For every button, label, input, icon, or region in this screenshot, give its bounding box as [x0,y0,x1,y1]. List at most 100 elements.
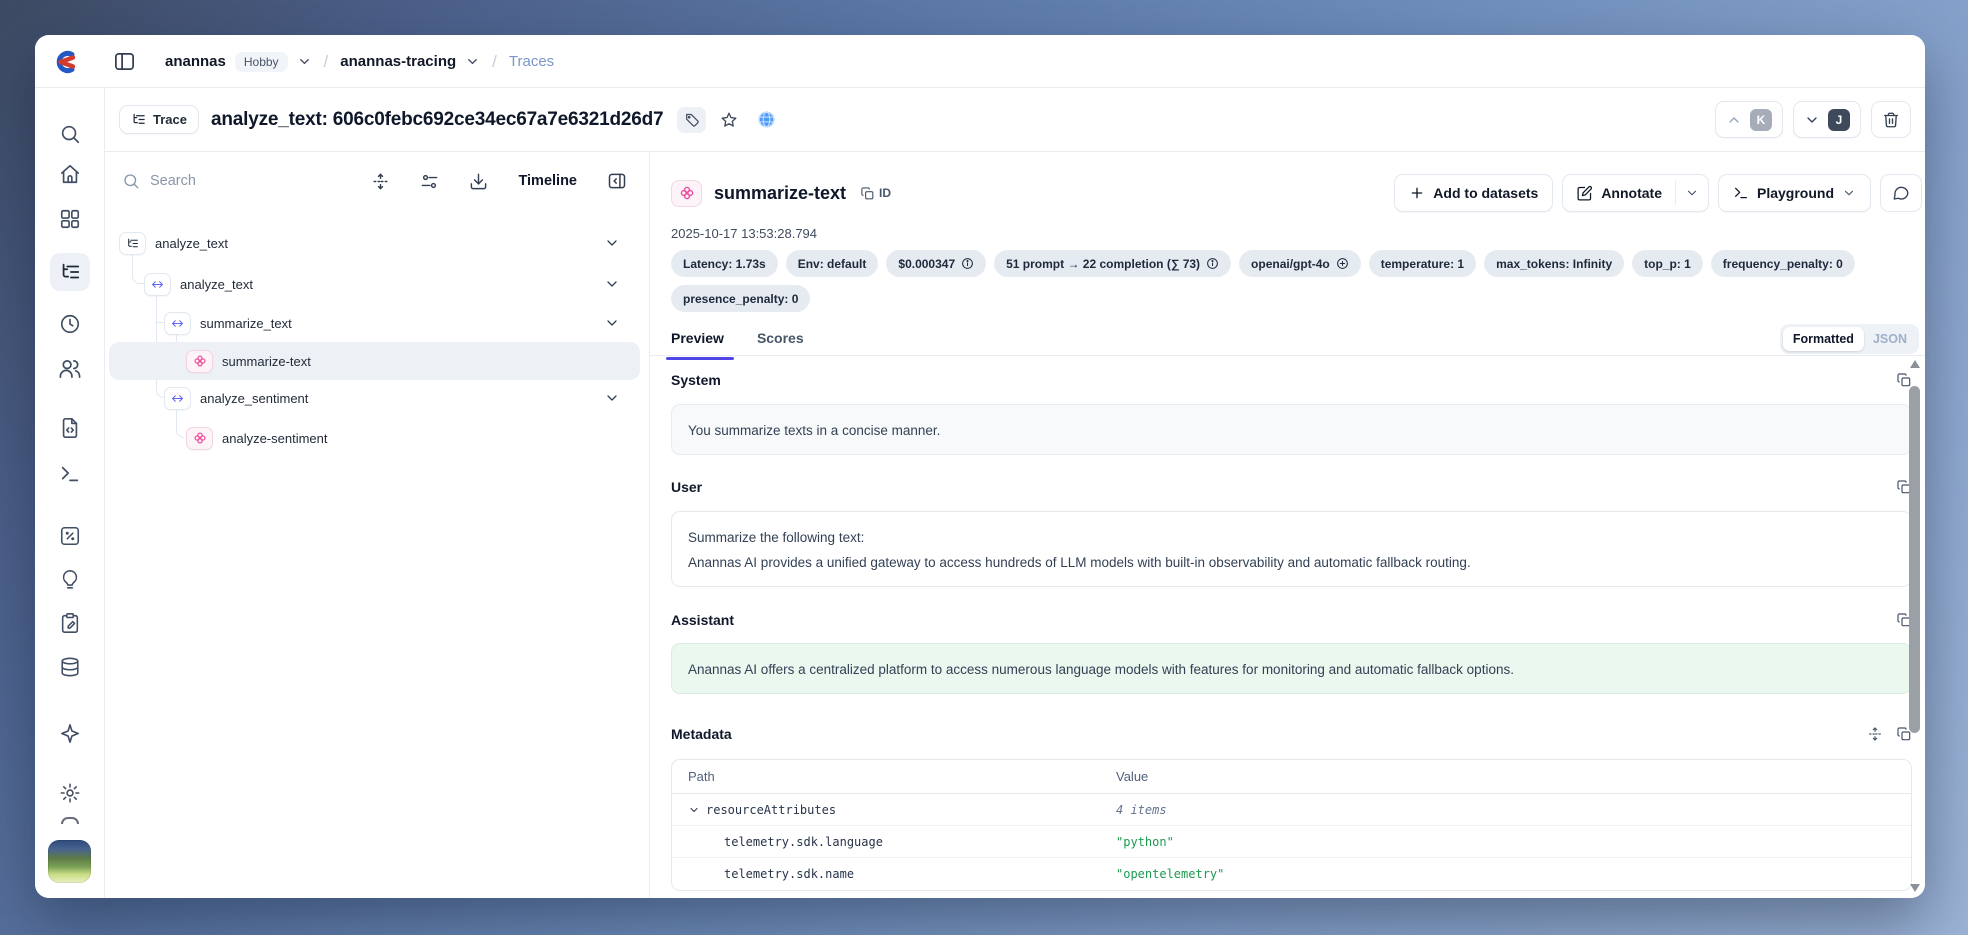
comments-button[interactable] [1880,174,1922,212]
org-chevron-down-icon[interactable] [297,54,312,69]
tree-node-label: analyze_text [155,236,228,251]
expand-rows-icon[interactable] [1867,726,1883,742]
format-formatted-option[interactable]: Formatted [1783,327,1864,351]
breadcrumb-org[interactable]: anannas [165,53,226,70]
assistant-message-box: Anannas AI offers a centralized platform… [671,643,1912,694]
chevron-down-icon[interactable] [604,315,620,331]
avatar[interactable] [48,840,91,883]
chevron-down-icon[interactable] [604,390,620,406]
user-menu-icon[interactable] [61,817,79,824]
users-icon[interactable] [58,357,81,380]
annotate-pencil-icon [1576,185,1593,202]
model-badge[interactable]: openai/gpt-4o [1239,250,1361,277]
timeline-toggle[interactable]: Timeline [518,173,577,189]
collapse-panel-icon[interactable] [607,171,627,191]
scores-percent-icon[interactable] [59,525,81,547]
playground-button[interactable]: Playground [1718,174,1871,212]
download-icon[interactable] [469,172,488,191]
scrollbar[interactable] [1909,360,1921,892]
tree-node-label: summarize-text [222,354,311,369]
sidebar-item-tracing[interactable] [50,253,90,291]
home-icon[interactable] [59,163,81,185]
user-message-box: Summarize the following text: Anannas AI… [671,511,1912,587]
trace-tree-panel: Timeline analyze_text analyze_text summa… [105,152,650,898]
tree-node-span[interactable]: analyze_text [109,265,640,303]
scrollbar-down-arrow[interactable] [1910,884,1920,892]
annotate-label: Annotate [1601,185,1662,201]
system-message-text: You summarize texts in a concise manner. [688,423,940,438]
system-section-header: System [671,372,1912,388]
generation-node-icon [186,427,213,450]
previous-trace-button[interactable]: K [1715,101,1783,138]
delete-trace-button[interactable] [1871,101,1911,138]
tree-node-trace[interactable]: analyze_text [109,224,640,262]
next-trace-button[interactable]: J [1793,101,1861,138]
breadcrumb-project[interactable]: anannas-tracing [340,53,456,70]
table-row[interactable]: telemetry.sdk.language "python" [672,826,1911,858]
metadata-table: Path Value resourceAttributes 4 items te… [671,759,1912,891]
chevron-down-icon [1804,112,1820,128]
kbd-k-badge: K [1750,109,1772,131]
detail-header: summarize-text ID Add to datasets Annota… [671,172,1922,214]
metadata-heading: Metadata [671,726,732,742]
copy-id-button[interactable]: ID [860,186,891,201]
observation-title: summarize-text [714,183,846,204]
copy-icon [860,186,875,201]
chevron-up-icon [1726,112,1742,128]
bookmark-star-button[interactable] [715,107,743,133]
evaluator-lightbulb-icon[interactable] [59,569,81,591]
chevron-down-icon[interactable] [604,276,620,292]
playground-terminal-icon[interactable] [59,463,81,485]
plus-icon [1409,185,1425,201]
system-message-box: You summarize texts in a concise manner. [671,404,1912,455]
star-icon [720,111,738,129]
annotate-dropdown-button[interactable] [1676,175,1708,211]
max-tokens-badge: max_tokens: Infinity [1484,250,1624,277]
metadata-key: telemetry.sdk.language [724,835,883,849]
column-path: Path [672,769,1116,784]
search-input[interactable] [150,173,300,189]
prompts-file-code-icon[interactable] [59,417,81,439]
breadcrumb-section[interactable]: Traces [509,53,554,70]
view-settings-icon[interactable] [420,172,439,191]
span-node-icon [164,312,191,335]
tree-node-span[interactable]: summarize_text [109,304,640,342]
token-usage-badge[interactable]: 51 prompt → 22 completion (∑ 73) [994,250,1231,277]
cost-badge[interactable]: $0.000347 [886,250,986,277]
sidebar-toggle-icon[interactable] [113,50,136,73]
tree-node-generation[interactable]: analyze-sentiment [109,419,640,457]
scrollbar-up-arrow[interactable] [1910,360,1920,368]
env-badge: Env: default [786,250,879,277]
annotate-button[interactable]: Annotate [1563,175,1675,211]
app-header: anannas Hobby / anannas-tracing / Traces [35,35,1925,88]
sessions-clock-icon[interactable] [59,313,81,335]
tree-node-generation-selected[interactable]: summarize-text [109,342,640,380]
tree-node-span[interactable]: analyze_sentiment [109,379,640,417]
upgrade-sparkle-icon[interactable] [58,722,81,745]
trash-icon [1882,111,1900,129]
table-row[interactable]: resourceAttributes 4 items [672,794,1911,826]
observation-badges-row1: Latency: 1.73s Env: default $0.000347 51… [671,250,1855,277]
tag-button[interactable] [677,107,706,133]
datasets-database-icon[interactable] [59,656,81,678]
chevron-down-icon[interactable] [688,804,700,816]
format-json-option[interactable]: JSON [1864,327,1916,351]
trace-type-chip: Trace [119,105,199,134]
trace-title: analyze_text: 606c0febc692ce34ec67a7e632… [211,109,663,131]
search-icon[interactable] [59,123,81,145]
chevron-down-icon[interactable] [604,235,620,251]
table-row[interactable]: telemetry.sdk.name "opentelemetry" [672,858,1911,890]
add-to-datasets-button[interactable]: Add to datasets [1394,174,1553,212]
annotation-clipboard-icon[interactable] [59,612,81,634]
scrollbar-thumb[interactable] [1909,386,1920,733]
settings-gear-icon[interactable] [59,782,81,804]
collapse-all-icon[interactable] [371,172,390,191]
public-share-button[interactable] [752,107,780,133]
dashboard-grid-icon[interactable] [59,208,81,230]
project-chevron-down-icon[interactable] [465,54,480,69]
tree-header-icons: Timeline [371,171,627,191]
tree-node-label: analyze_sentiment [200,391,308,406]
plus-circle-icon [1336,257,1349,270]
user-message-line2: Anannas AI provides a unified gateway to… [688,550,1895,575]
observation-detail-panel: summarize-text ID Add to datasets Annota… [650,152,1925,898]
